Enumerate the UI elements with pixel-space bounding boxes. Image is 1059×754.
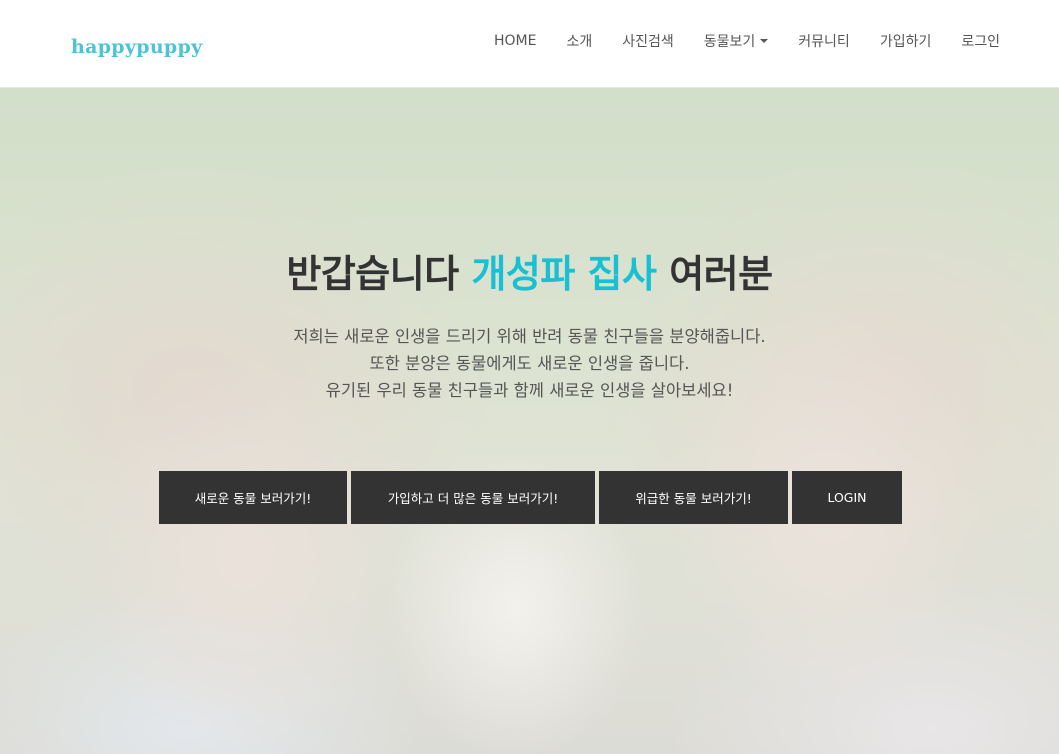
hero-button-group: 새로운 동물 보러가기! 가입하고 더 많은 동물 보러가기! 위급한 동물 보… <box>159 471 902 524</box>
hero-title-suffix: 여러분 <box>669 252 773 296</box>
nav-item-home[interactable]: HOME <box>494 33 536 49</box>
nav-item-label: HOME <box>493 33 537 49</box>
nav-item-animals-dropdown[interactable]: 동물보기 <box>704 31 769 51</box>
hero-title: 반갑습니다 개성파 집사 여러분 <box>0 243 1059 298</box>
nav-item-community[interactable]: 커뮤니티 <box>798 31 850 51</box>
hero-description-line: 또한 분양은 동물에게도 새로운 인생을 줍니다. <box>369 354 690 373</box>
nav-item-label: 동물보기 <box>703 34 756 50</box>
hero-background-image <box>0 88 1059 754</box>
nav-item-label: 커뮤니티 <box>798 34 850 50</box>
nav-item-about[interactable]: 소개 <box>566 31 592 51</box>
nav-item-label: 소개 <box>566 34 593 50</box>
login-button[interactable]: LOGIN <box>792 471 902 524</box>
hero-title-prefix: 반갑습니다 <box>286 252 459 296</box>
nav-item-label: 사진검색 <box>622 34 674 50</box>
nav-item-photo-search[interactable]: 사진검색 <box>622 31 674 51</box>
hero-description-line: 유기된 우리 동물 친구들과 함께 새로운 인생을 살아보세요! <box>325 381 734 400</box>
urgent-animals-button[interactable]: 위급한 동물 보러가기! <box>599 471 788 524</box>
nav-item-label: 로그인 <box>961 34 1000 50</box>
nav-item-label: 가입하기 <box>879 34 932 50</box>
brand-logo[interactable]: happypuppy <box>71 36 202 58</box>
hero-section: 반갑습니다 개성파 집사 여러분 저희는 새로운 인생을 드리기 위해 반려 동… <box>0 88 1059 754</box>
new-animals-button[interactable]: 새로운 동물 보러가기! <box>159 471 347 524</box>
nav-menu: HOME 소개 사진검색 동물보기 커뮤니티 가입하기 로그인 <box>494 31 1000 51</box>
hero-description: 저희는 새로운 인생을 드리기 위해 반려 동물 친구들을 분양해줍니다. 또한… <box>0 323 1059 404</box>
hero-title-accent: 개성파 집사 <box>471 252 657 296</box>
hero-description-line: 저희는 새로운 인생을 드리기 위해 반려 동물 친구들을 분양해줍니다. <box>293 327 766 346</box>
caret-down-icon <box>760 39 769 43</box>
nav-item-login[interactable]: 로그인 <box>961 31 1000 51</box>
nav-item-signup[interactable]: 가입하기 <box>880 31 932 51</box>
signup-more-animals-button[interactable]: 가입하고 더 많은 동물 보러가기! <box>351 471 595 524</box>
top-navbar: happypuppy HOME 소개 사진검색 동물보기 커뮤니티 가입하기 로… <box>0 0 1059 88</box>
